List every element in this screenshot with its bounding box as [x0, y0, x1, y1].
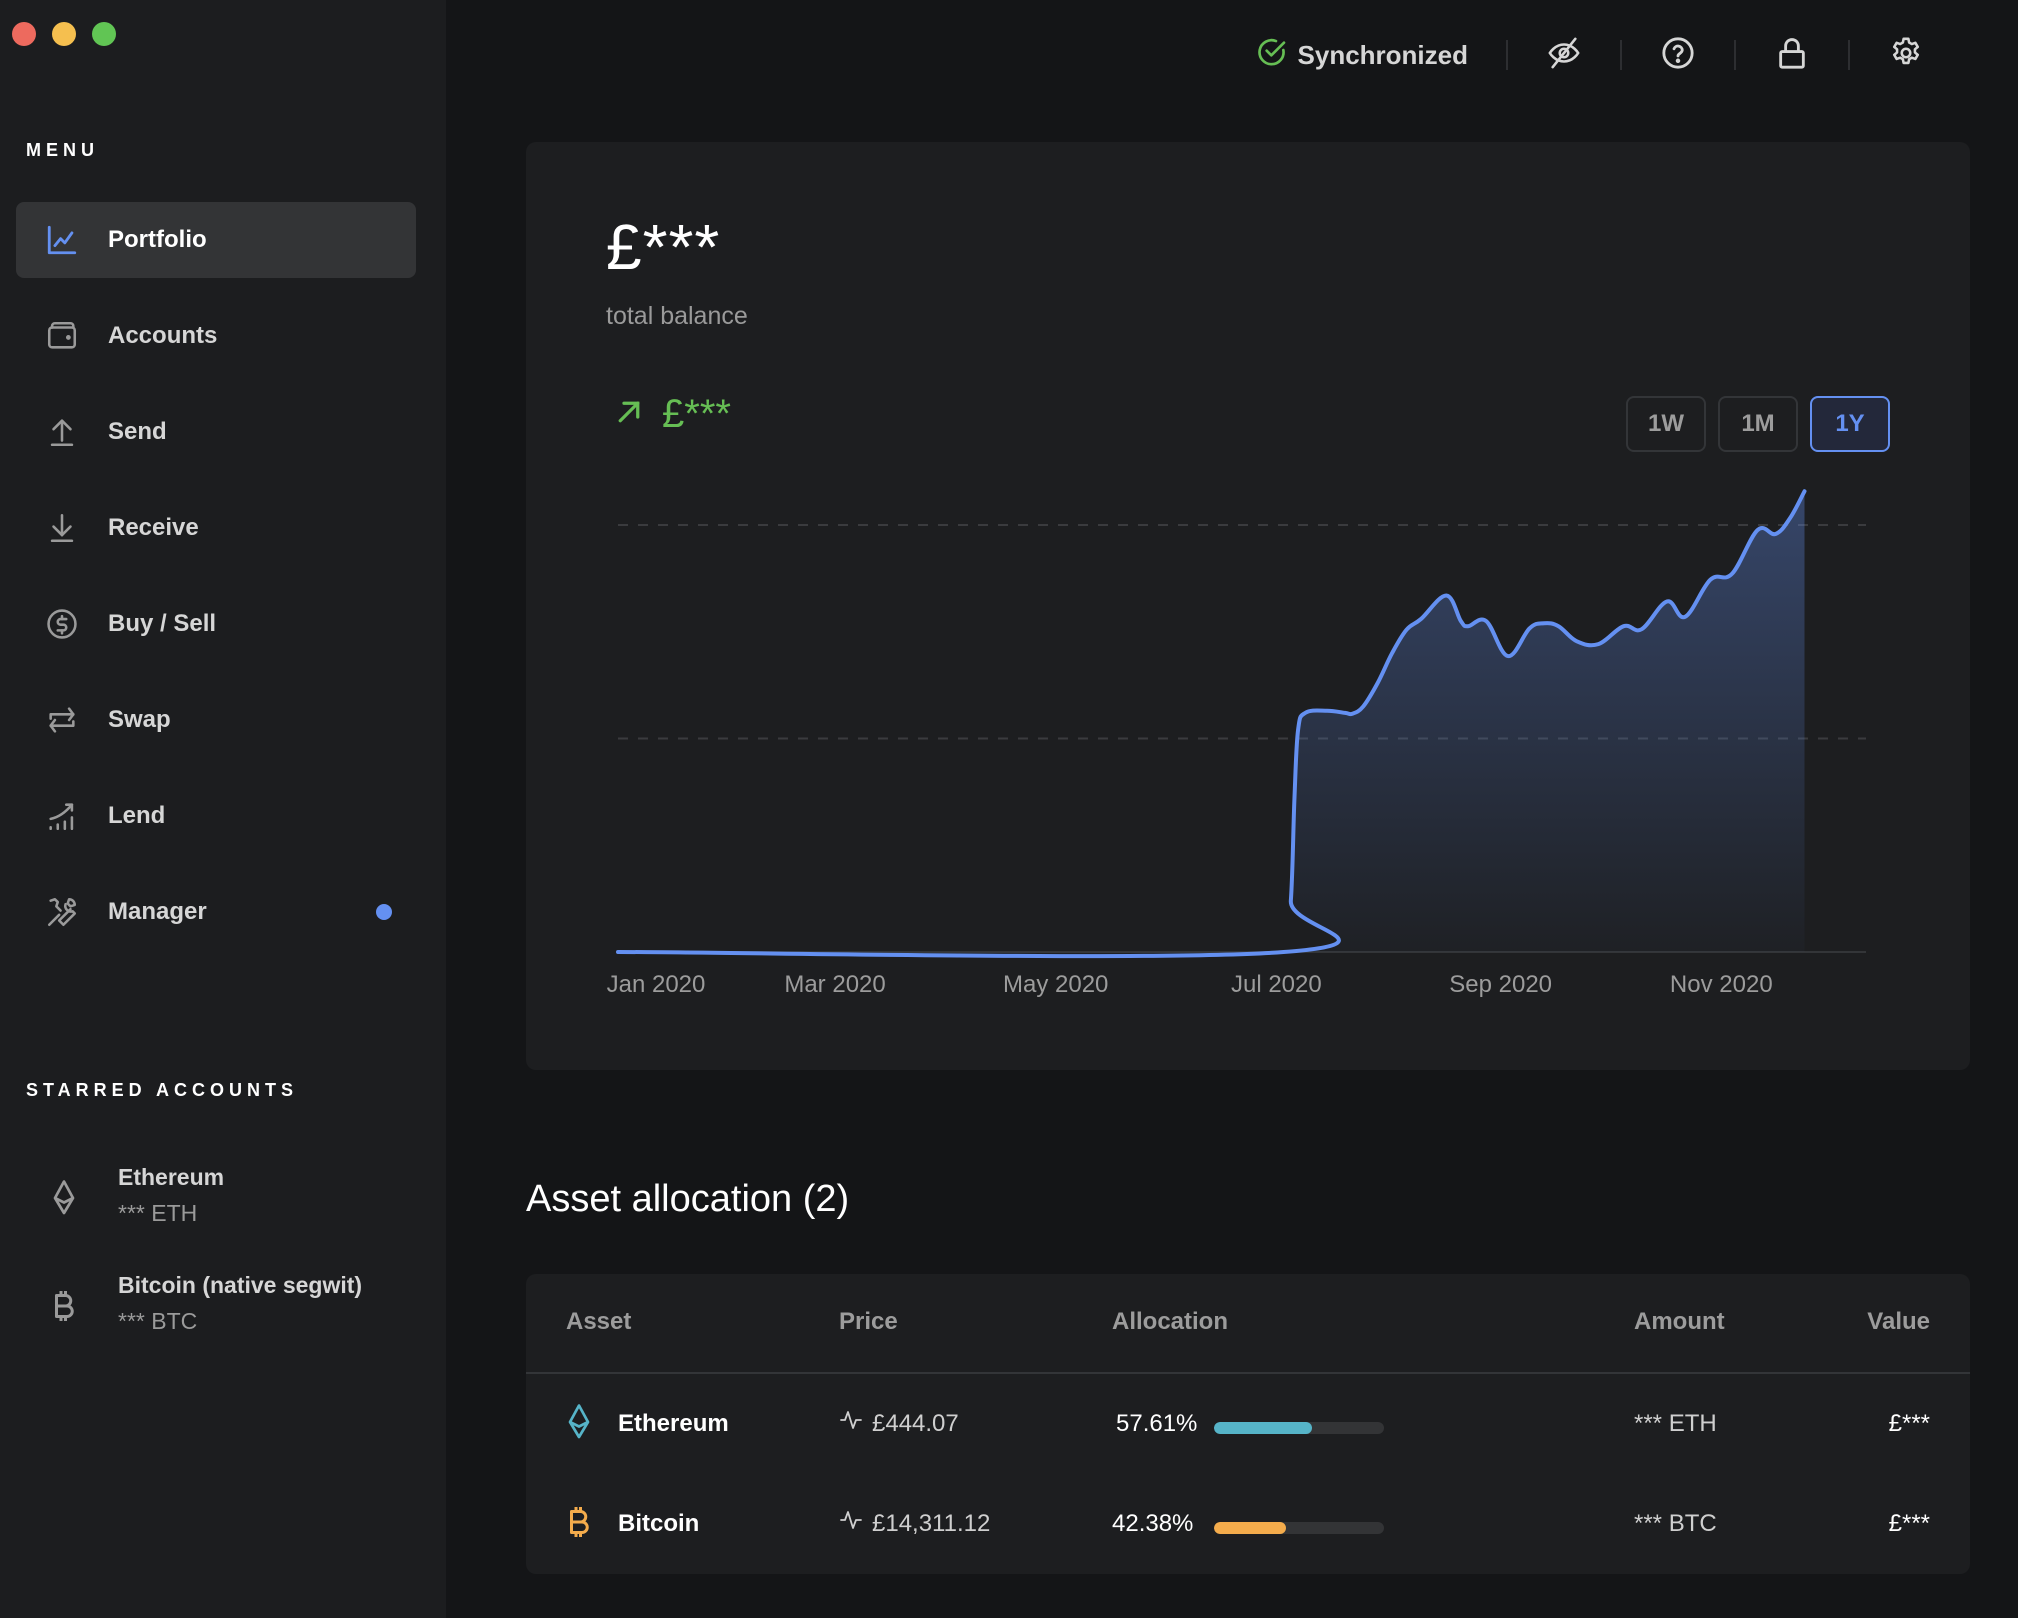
column-header-asset: Asset — [566, 1308, 632, 1335]
check-circle-icon — [1256, 36, 1288, 75]
table-row[interactable]: Bitcoin £14,311.12 42.38% *** BTC £*** — [526, 1476, 1970, 1576]
lend-chart-icon — [44, 798, 80, 834]
main-nav: Portfolio Accounts Send Receive Buy / Se… — [16, 202, 416, 970]
starred-accounts-label: STARRED ACCOUNTS — [26, 1080, 298, 1100]
x-tick-label: Jul 2020 — [1231, 971, 1322, 998]
dollar-circle-icon — [44, 606, 80, 642]
sidebar-item-accounts[interactable]: Accounts — [16, 298, 416, 374]
ethereum-icon — [566, 1404, 592, 1447]
download-arrow-icon — [44, 510, 80, 546]
asset-amount: *** ETH — [1634, 1410, 1717, 1437]
column-header-allocation: Allocation — [1112, 1308, 1229, 1335]
allocation-bar — [1214, 1422, 1384, 1434]
maximize-window-button[interactable] — [92, 22, 116, 46]
bitcoin-icon — [46, 1286, 82, 1326]
wallet-icon — [44, 318, 80, 354]
allocation-bar-fill — [1214, 1522, 1287, 1534]
settings-icon — [1889, 36, 1923, 75]
starred-account-ethereum[interactable]: Ethereum *** ETH — [0, 1150, 446, 1258]
menu-label: MENU — [26, 140, 99, 160]
tools-icon — [44, 894, 80, 930]
portfolio-chart[interactable]: Jan 2020 Mar 2020 May 2020 Jul 2020 Sep 2020… — [526, 142, 1970, 1070]
sidebar-item-label: Manager — [108, 898, 207, 925]
notification-dot — [376, 904, 392, 920]
asset-allocation-table: Asset Price Allocation Amount Value Ethe… — [526, 1274, 1970, 1574]
allocation-percent: 42.38% — [1112, 1510, 1194, 1537]
x-tick-label: Nov 2020 — [1670, 971, 1773, 998]
allocation-bar-fill — [1214, 1422, 1312, 1434]
upload-arrow-icon — [44, 414, 80, 450]
chart-area-fill — [618, 491, 1805, 957]
portfolio-balance-card: £*** total balance £*** 1W 1M 1Y Jan 202… — [526, 142, 1970, 1070]
sidebar-item-send[interactable]: Send — [16, 394, 416, 470]
app-window: MENU Portfolio Accounts Send Receive Buy… — [0, 0, 2018, 1618]
sidebar-item-label: Receive — [108, 514, 199, 541]
close-window-button[interactable] — [12, 22, 36, 46]
column-header-price: Price — [839, 1308, 898, 1335]
top-bar: Synchronized — [1256, 30, 2018, 80]
starred-account-balance: *** BTC — [118, 1308, 198, 1334]
starred-accounts-list: Ethereum *** ETH Bitcoin (native segwit)… — [0, 1150, 446, 1366]
toggle-discreet-mode-button[interactable] — [1508, 30, 1620, 80]
asset-name: Bitcoin — [618, 1510, 700, 1537]
price-trend-icon — [839, 1408, 863, 1439]
sidebar-item-swap[interactable]: Swap — [16, 682, 416, 758]
asset-price: £14,311.12 — [872, 1510, 991, 1537]
starred-account-bitcoin[interactable]: Bitcoin (native segwit) *** BTC — [0, 1258, 446, 1366]
table-header: Asset Price Allocation Amount Value — [526, 1274, 1970, 1374]
starred-account-name: Bitcoin (native segwit) — [118, 1272, 363, 1298]
x-tick-label: Sep 2020 — [1449, 971, 1552, 998]
eye-off-icon — [1547, 36, 1581, 75]
allocation-bar — [1214, 1522, 1384, 1534]
sidebar-item-label: Swap — [108, 706, 171, 733]
asset-price: £444.07 — [872, 1410, 959, 1437]
starred-account-balance: *** ETH — [118, 1200, 198, 1226]
sidebar-item-label: Send — [108, 418, 167, 445]
allocation-percent: 57.61% — [1116, 1410, 1198, 1437]
sync-status: Synchronized — [1256, 36, 1468, 75]
lock-button[interactable] — [1736, 30, 1848, 80]
sidebar-item-label: Accounts — [108, 322, 218, 349]
window-controls — [12, 22, 116, 46]
sidebar-item-portfolio[interactable]: Portfolio — [16, 202, 416, 278]
chart-line-icon — [44, 222, 80, 258]
sidebar-item-label: Lend — [108, 802, 166, 829]
sidebar-item-label: Buy / Sell — [108, 610, 217, 637]
starred-account-name: Ethereum — [118, 1164, 225, 1190]
asset-name: Ethereum — [618, 1410, 729, 1437]
sidebar-item-lend[interactable]: Lend — [16, 778, 416, 854]
asset-value: £*** — [1888, 1410, 1930, 1437]
bitcoin-icon — [566, 1504, 592, 1547]
help-icon — [1661, 36, 1695, 75]
x-tick-label: May 2020 — [1003, 971, 1108, 998]
settings-button[interactable] — [1850, 30, 1962, 80]
minimize-window-button[interactable] — [52, 22, 76, 46]
help-button[interactable] — [1622, 30, 1734, 80]
sidebar-item-receive[interactable]: Receive — [16, 490, 416, 566]
table-row[interactable]: Ethereum £444.07 57.61% *** ETH £*** — [526, 1376, 1970, 1476]
sidebar: MENU Portfolio Accounts Send Receive Buy… — [0, 0, 446, 1618]
swap-arrows-icon — [44, 702, 80, 738]
column-header-value: Value — [1867, 1308, 1930, 1335]
asset-amount: *** BTC — [1634, 1510, 1717, 1537]
price-trend-icon — [839, 1508, 863, 1539]
asset-allocation-title: Asset allocation (2) — [526, 1178, 850, 1220]
sync-status-label: Synchronized — [1297, 39, 1468, 70]
lock-icon — [1775, 36, 1809, 75]
sidebar-item-buy-sell[interactable]: Buy / Sell — [16, 586, 416, 662]
sidebar-item-label: Portfolio — [108, 226, 207, 253]
ethereum-icon — [46, 1178, 82, 1218]
asset-value: £*** — [1888, 1510, 1930, 1537]
sidebar-item-manager[interactable]: Manager — [16, 874, 416, 950]
x-tick-label: Jan 2020 — [607, 971, 706, 998]
x-tick-label: Mar 2020 — [784, 971, 885, 998]
column-header-amount: Amount — [1634, 1308, 1725, 1335]
